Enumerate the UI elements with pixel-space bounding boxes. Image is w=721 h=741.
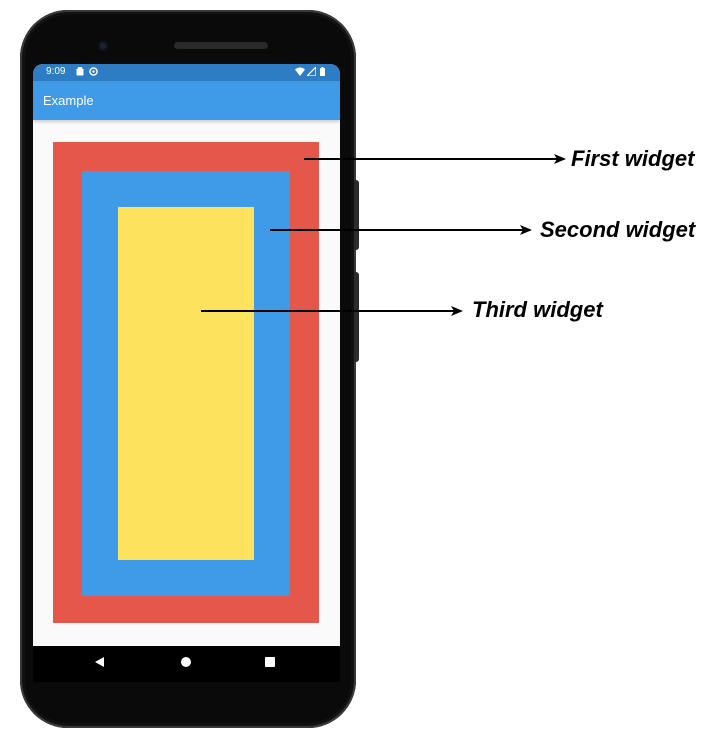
third-widget-label: Third widget xyxy=(472,297,603,322)
first-widget-label: First widget xyxy=(571,146,695,171)
second-widget-label: Second widget xyxy=(540,217,696,242)
diagram-canvas: 9:09 Example First widget Second widget … xyxy=(0,0,721,741)
annotation-arrows xyxy=(201,154,566,316)
